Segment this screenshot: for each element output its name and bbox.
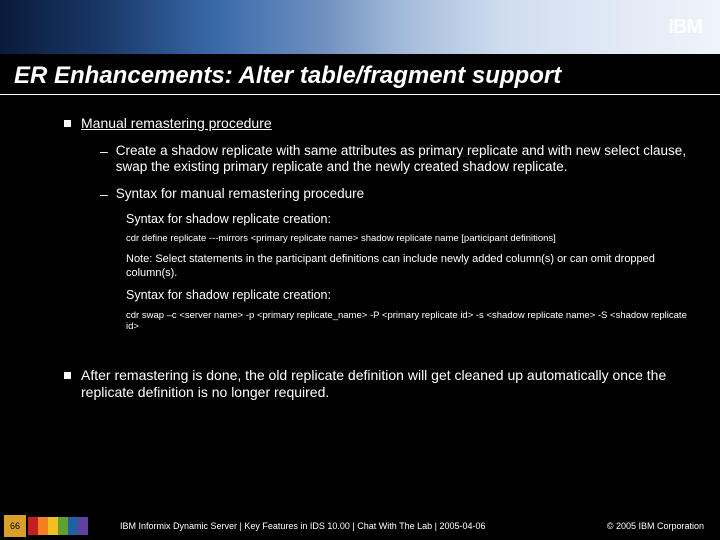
bullet-level1: Manual remastering procedure bbox=[0, 115, 720, 133]
color-swatch bbox=[28, 517, 38, 535]
color-swatch bbox=[68, 517, 78, 535]
bullet-level2: – Syntax for manual remastering procedur… bbox=[0, 186, 720, 204]
dash-bullet-icon: – bbox=[100, 186, 108, 204]
bullet-level2: – Create a shadow replicate with same at… bbox=[0, 143, 720, 177]
copyright: © 2005 IBM Corporation bbox=[607, 521, 704, 531]
color-swatch bbox=[58, 517, 68, 535]
code-text: cdr swap –c <server name> -p <primary re… bbox=[0, 310, 720, 333]
square-bullet-icon bbox=[64, 120, 71, 127]
bullet-level3: Syntax for shadow replicate creation: bbox=[0, 288, 720, 304]
bullet-level1: After remastering is done, the old repli… bbox=[0, 367, 720, 402]
bullet-level3: Note: Select statements in the participa… bbox=[0, 253, 720, 281]
bullet-text: After remastering is done, the old repli… bbox=[81, 367, 690, 402]
color-swatch bbox=[38, 517, 48, 535]
bullet-text: Syntax for manual remastering procedure bbox=[116, 186, 364, 203]
code-text: cdr define replicate ---mirrors <primary… bbox=[0, 233, 720, 244]
content-area: Manual remastering procedure – Create a … bbox=[0, 103, 720, 512]
dash-bullet-icon: – bbox=[100, 143, 108, 161]
spacer bbox=[0, 333, 720, 353]
bullet-level3: Syntax for shadow replicate creation: bbox=[0, 212, 720, 228]
color-swatch-row: 66 bbox=[4, 515, 88, 537]
bullet-text: Manual remastering procedure bbox=[81, 115, 272, 133]
bullet-text: Create a shadow replicate with same attr… bbox=[116, 143, 690, 177]
footer-text: IBM Informix Dynamic Server | Key Featur… bbox=[120, 521, 607, 531]
footer: 66 IBM Informix Dynamic Server | Key Fea… bbox=[0, 512, 720, 540]
color-swatch bbox=[48, 517, 58, 535]
page-number: 66 bbox=[4, 515, 26, 537]
color-swatch bbox=[78, 517, 88, 535]
banner: IBM bbox=[0, 0, 720, 54]
page-title: ER Enhancements: Alter table/fragment su… bbox=[0, 54, 720, 95]
ibm-logo: IBM bbox=[668, 16, 702, 39]
square-bullet-icon bbox=[64, 372, 71, 379]
slide: IBM ER Enhancements: Alter table/fragmen… bbox=[0, 0, 720, 540]
